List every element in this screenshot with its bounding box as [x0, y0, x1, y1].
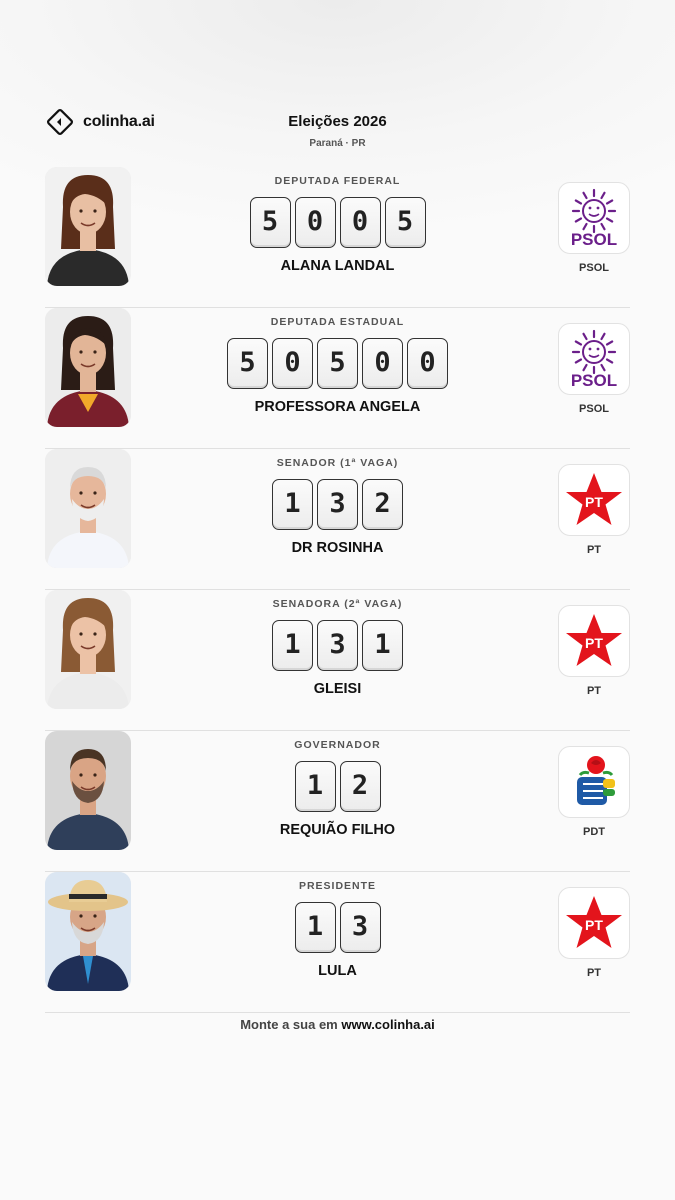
party-block: PDT: [558, 746, 630, 838]
brand[interactable]: colinha.ai: [45, 107, 155, 137]
candidate-row: DEPUTADA ESTADUAL 50500 PROFESSORA ANGEL…: [45, 308, 630, 449]
candidate-number: 13: [145, 902, 530, 953]
office-label: PRESIDENTE: [298, 880, 377, 892]
psol-sun-logo-icon: PSOL: [558, 182, 630, 254]
candidate-number: 5005: [145, 197, 530, 248]
number-digit: 5: [249, 197, 291, 248]
party-name: PSOL: [579, 262, 609, 274]
party-block: PT PT: [558, 887, 630, 979]
psol-sun-logo-icon: PSOL: [558, 323, 630, 395]
candidate-photo: [45, 872, 131, 991]
brand-name: colinha.ai: [83, 113, 155, 130]
office-label: GOVERNADOR: [294, 739, 381, 751]
pt-star-logo-icon: PT: [558, 464, 630, 536]
number-digit: 1: [272, 620, 313, 671]
party-name: PDT: [583, 826, 605, 838]
number-digit: 1: [272, 479, 313, 530]
party-block: PSOL PSOL: [558, 323, 630, 415]
candidate-name: PROFESSORA ANGELA: [254, 399, 421, 415]
candidate-row: PRESIDENTE 13 LULA PT PT: [45, 872, 630, 1013]
footer-prefix: Monte a sua em: [240, 1017, 342, 1032]
party-name: PT: [586, 685, 602, 697]
pdt-rose-fist-logo-icon: [558, 746, 630, 818]
party-name: PSOL: [579, 403, 609, 415]
number-digit: 2: [362, 479, 403, 530]
party-block: PT PT: [558, 605, 630, 697]
party-block: PT PT: [558, 464, 630, 556]
svg-text:PT: PT: [585, 494, 603, 510]
pt-star-logo-icon: PT: [558, 605, 630, 677]
svg-text:PSOL: PSOL: [571, 230, 617, 249]
candidate-number: 132: [145, 479, 530, 530]
candidate-info: DEPUTADA ESTADUAL 50500 PROFESSORA ANGEL…: [145, 316, 530, 415]
party-block: PSOL PSOL: [558, 182, 630, 274]
svg-text:PT: PT: [585, 635, 603, 651]
page-subtitle: Paraná · PR: [309, 138, 366, 149]
number-digit: 5: [317, 338, 358, 389]
candidate-info: PRESIDENTE 13 LULA: [145, 880, 530, 979]
candidate-row: GOVERNADOR 12 REQUIÃO FILHO PDT: [45, 731, 630, 872]
candidate-name: LULA: [318, 963, 357, 979]
office-label: SENADOR (1ª VAGA): [276, 457, 399, 469]
party-name: PT: [586, 544, 602, 556]
candidate-info: SENADORA (2ª VAGA) 131 GLEISI: [145, 598, 530, 697]
candidate-photo: [45, 731, 131, 850]
candidate-photo: [45, 167, 131, 286]
number-digit: 0: [294, 197, 336, 248]
party-name: PT: [586, 967, 602, 979]
office-label: DEPUTADA FEDERAL: [274, 175, 401, 187]
number-digit: 3: [317, 479, 358, 530]
number-digit: 1: [294, 902, 336, 953]
footer-link[interactable]: www.colinha.ai: [341, 1017, 434, 1032]
candidate-number: 12: [145, 761, 530, 812]
colinha-diamond-logo-icon: [47, 109, 73, 135]
candidate-number: 131: [145, 620, 530, 671]
number-digit: 2: [339, 761, 381, 812]
candidate-number: 50500: [145, 338, 530, 389]
number-digit: 0: [362, 338, 403, 389]
number-digit: 1: [362, 620, 403, 671]
office-label: DEPUTADA ESTADUAL: [270, 316, 405, 328]
candidate-photo: [45, 590, 131, 709]
number-digit: 1: [294, 761, 336, 812]
number-digit: 0: [272, 338, 313, 389]
candidate-row: SENADORA (2ª VAGA) 131 GLEISI PT PT: [45, 590, 630, 731]
number-digit: 0: [339, 197, 381, 248]
footer-cta: Monte a sua em www.colinha.ai: [0, 1017, 675, 1032]
svg-text:PSOL: PSOL: [571, 371, 617, 390]
candidate-photo: [45, 308, 131, 427]
header: Eleições 2026 Paraná · PR colinha.ai: [45, 105, 630, 155]
number-digit: 5: [227, 338, 268, 389]
candidate-name: ALANA LANDAL: [280, 258, 395, 274]
candidate-info: GOVERNADOR 12 REQUIÃO FILHO: [145, 739, 530, 838]
candidate-name: REQUIÃO FILHO: [279, 822, 396, 838]
pt-star-logo-icon: PT: [558, 887, 630, 959]
number-digit: 5: [384, 197, 426, 248]
office-label: SENADORA (2ª VAGA): [272, 598, 403, 610]
svg-text:PT: PT: [585, 917, 603, 933]
number-digit: 3: [339, 902, 381, 953]
ballot-card: Eleições 2026 Paraná · PR colinha.ai DEP…: [0, 0, 675, 1200]
candidate-row: DEPUTADA FEDERAL 5005 ALANA LANDAL PSOL …: [45, 167, 630, 308]
candidate-photo: [45, 449, 131, 568]
number-digit: 0: [407, 338, 448, 389]
candidate-name: DR ROSINHA: [291, 540, 384, 556]
candidate-info: SENADOR (1ª VAGA) 132 DR ROSINHA: [145, 457, 530, 556]
candidate-row: SENADOR (1ª VAGA) 132 DR ROSINHA PT PT: [45, 449, 630, 590]
candidate-list: DEPUTADA FEDERAL 5005 ALANA LANDAL PSOL …: [45, 167, 630, 1013]
candidate-name: GLEISI: [313, 681, 362, 697]
number-digit: 3: [317, 620, 358, 671]
candidate-info: DEPUTADA FEDERAL 5005 ALANA LANDAL: [145, 175, 530, 274]
